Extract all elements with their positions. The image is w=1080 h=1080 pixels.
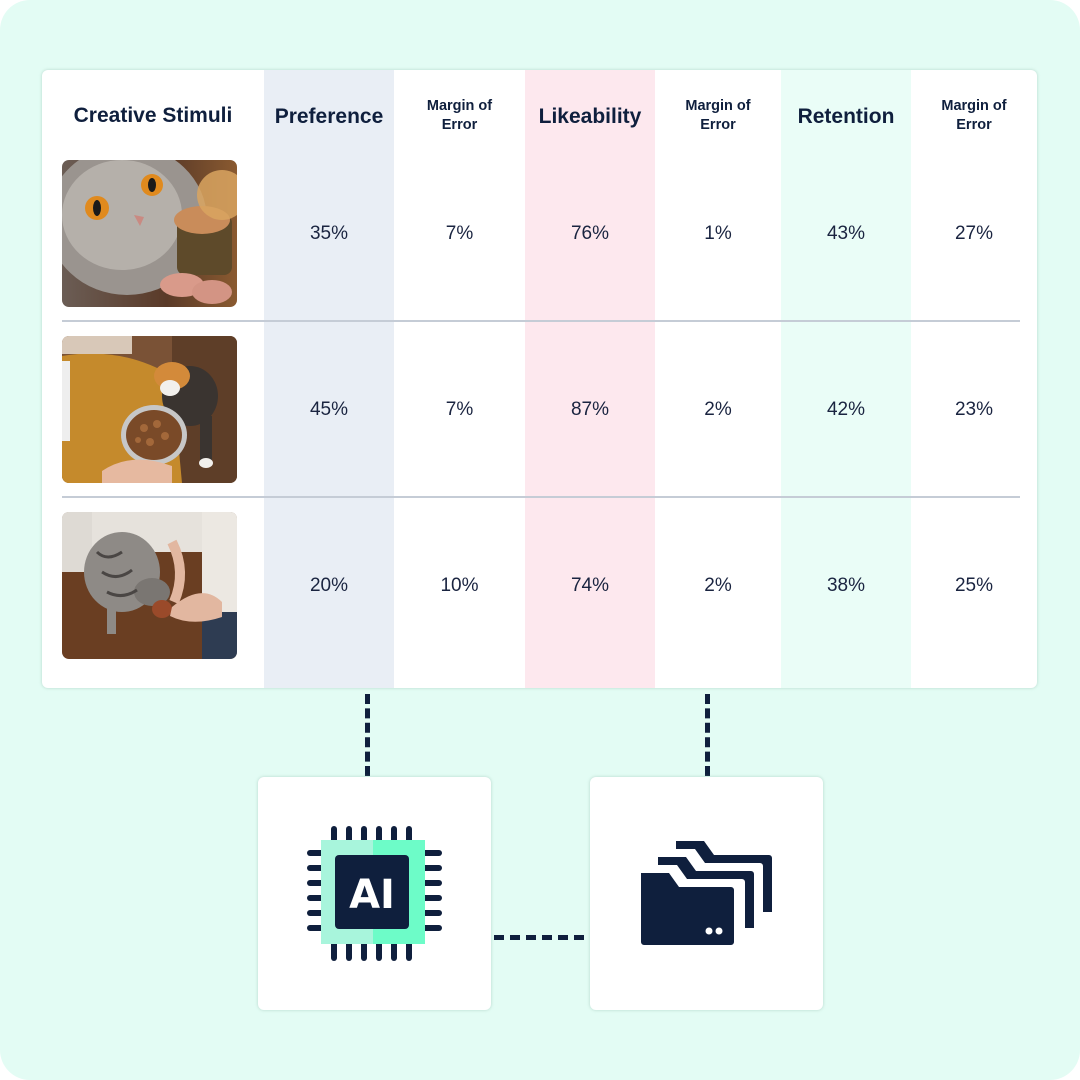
cell-preference: 45%: [309, 399, 349, 420]
cell-likeability: 74%: [570, 575, 610, 596]
folders-icon: [641, 840, 772, 945]
header-label: Margin of Error: [426, 98, 493, 133]
cell-retention-moe: 23%: [954, 399, 994, 420]
cell-likeability: 76%: [570, 223, 610, 244]
folders-box: [590, 777, 823, 1010]
cell-likeability-moe: 2%: [704, 575, 732, 596]
connector-table-to-folders: [705, 694, 710, 776]
stimulus-image-cat-closeup[interactable]: [62, 160, 237, 307]
stimulus-image-calico-cat[interactable]: [62, 336, 237, 483]
header-preference-margin-of-error: Margin of Error: [394, 70, 525, 160]
table-row: 20% 10% 74% 2% 38% 25%: [42, 512, 1037, 688]
cell-preference: 35%: [309, 223, 349, 244]
cell-retention-moe: 25%: [954, 575, 994, 596]
table-row: 45% 7% 87% 2% 42% 23%: [42, 336, 1037, 512]
header-creative-stimuli: Creative Stimuli: [73, 104, 233, 127]
cell-likeability-moe: 1%: [704, 223, 732, 244]
table-row: 35% 7% 76% 1% 43% 27%: [42, 160, 1037, 336]
row-divider: [62, 320, 1020, 322]
cell-likeability: 87%: [570, 399, 610, 420]
header-retention: Retention: [797, 105, 895, 128]
cell-likeability-moe: 2%: [704, 399, 732, 420]
connector-table-to-ai: [365, 694, 370, 776]
header-retention-margin-of-error: Margin of Error: [911, 70, 1037, 160]
ai-box: AI: [258, 777, 491, 1010]
cell-preference: 20%: [309, 575, 349, 596]
header-likeability: Likeability: [538, 105, 642, 128]
header-likeability-margin-of-error: Margin of Error: [655, 70, 781, 160]
cell-retention: 42%: [826, 399, 866, 420]
cell-preference-moe: 7%: [445, 223, 474, 244]
connector-ai-to-folders: [494, 935, 584, 940]
ai-chip-label: AI: [349, 872, 395, 918]
header-label: Margin of Error: [685, 98, 751, 133]
row-divider: [62, 496, 1020, 498]
cell-retention: 43%: [826, 223, 866, 244]
stimulus-image-tabby-cat[interactable]: [62, 512, 237, 659]
ai-chip-icon: AI: [307, 826, 442, 961]
cell-preference-moe: 10%: [440, 575, 479, 596]
results-table: Creative Stimuli Preference Margin of Er…: [42, 70, 1037, 688]
header-preference: Preference: [274, 105, 384, 128]
cell-retention-moe: 27%: [954, 223, 994, 244]
header-label: Margin of Error: [941, 98, 1007, 133]
cell-preference-moe: 7%: [445, 399, 474, 420]
cell-retention: 38%: [826, 575, 866, 596]
